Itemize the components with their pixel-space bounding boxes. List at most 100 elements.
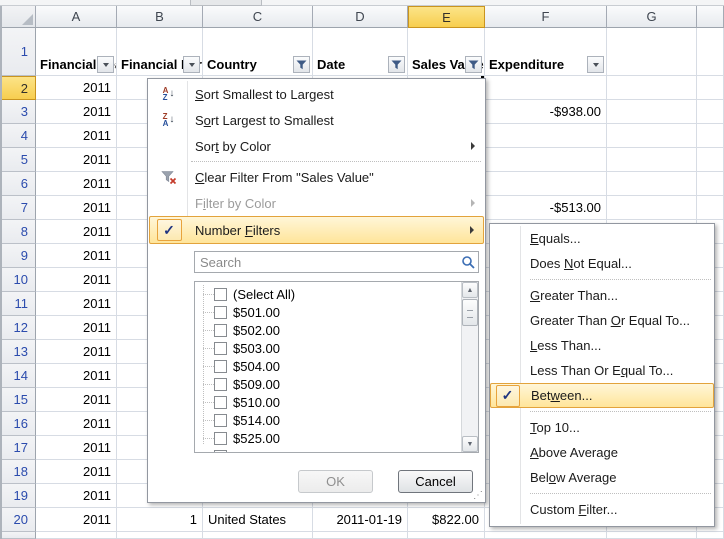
menu-item-does-not-equal[interactable]: Does Not Equal... — [490, 251, 714, 276]
cell-A16[interactable]: 2011 — [36, 412, 117, 436]
cell-F21[interactable] — [485, 532, 607, 539]
filter-button-D[interactable] — [388, 56, 405, 73]
row-header-17[interactable]: 17 — [0, 436, 36, 460]
cell-C21[interactable] — [203, 532, 313, 539]
row-header-7[interactable]: 7 — [0, 196, 36, 220]
cell-B20[interactable]: 1 — [117, 508, 203, 532]
filter-button-A[interactable] — [97, 56, 114, 73]
row-header-12[interactable]: 12 — [0, 316, 36, 340]
filter-value-item[interactable]: $501.00 — [195, 303, 461, 321]
value-list-scrollbar[interactable]: ▲ ▼ — [461, 282, 478, 452]
filter-value-item[interactable]: (Select All) — [195, 285, 461, 303]
cell-G6[interactable] — [607, 172, 697, 196]
cell-A5[interactable]: 2011 — [36, 148, 117, 172]
cell-A15[interactable]: 2011 — [36, 388, 117, 412]
menu-item-below-average[interactable]: Below Average — [490, 465, 714, 490]
column-header-C[interactable]: C — [203, 6, 313, 28]
filter-button-B[interactable] — [183, 56, 200, 73]
cell-A2[interactable]: 2011 — [36, 76, 117, 100]
row-header-18[interactable]: 18 — [0, 460, 36, 484]
cell-A11[interactable]: 2011 — [36, 292, 117, 316]
cell-E20[interactable]: $822.00 — [408, 508, 485, 532]
cell-A20[interactable]: 2011 — [36, 508, 117, 532]
cell-E21[interactable] — [408, 532, 485, 539]
cell-A6[interactable]: 2011 — [36, 172, 117, 196]
cell-D1[interactable]: Date — [313, 28, 408, 76]
filter-value-item[interactable]: $504.00 — [195, 357, 461, 375]
menu-item-sort-largest-to-smallest[interactable]: ZA↓Sort Largest to Smallest — [149, 107, 484, 133]
cell-C20[interactable]: United States — [203, 508, 313, 532]
menu-item-above-average[interactable]: Above Average — [490, 440, 714, 465]
select-all-corner[interactable] — [0, 6, 36, 28]
cell-F7[interactable]: -$513.00 — [485, 196, 607, 220]
cell-G1[interactable] — [607, 28, 697, 76]
cell-G21[interactable] — [607, 532, 697, 539]
cell-A7[interactable]: 2011 — [36, 196, 117, 220]
column-header-G[interactable]: G — [607, 6, 697, 28]
menu-item-equals[interactable]: Equals... — [490, 226, 714, 251]
cell-F3[interactable]: -$938.00 — [485, 100, 607, 124]
scrollbar-thumb[interactable] — [462, 299, 478, 326]
cell-G2[interactable] — [607, 76, 697, 100]
row-header-5[interactable]: 5 — [0, 148, 36, 172]
menu-item-greater-than[interactable]: Greater Than... — [490, 283, 714, 308]
resize-grip[interactable]: ⋰ — [473, 491, 483, 501]
row-header-11[interactable]: 11 — [0, 292, 36, 316]
cell-D20[interactable]: 2011-01-19 — [313, 508, 408, 532]
filter-button-F[interactable] — [587, 56, 604, 73]
cell-A3[interactable]: 2011 — [36, 100, 117, 124]
row-header-10[interactable]: 10 — [0, 268, 36, 292]
row-header-9[interactable]: 9 — [0, 244, 36, 268]
row-header-16[interactable]: 16 — [0, 412, 36, 436]
cell-C1[interactable]: Country — [203, 28, 313, 76]
row-header-6[interactable]: 6 — [0, 172, 36, 196]
row-header-3[interactable]: 3 — [0, 100, 36, 124]
scroll-down-icon[interactable]: ▼ — [462, 436, 478, 452]
menu-item-custom-filter[interactable]: Custom Filter... — [490, 497, 714, 522]
menu-item-greater-than-or-equal-to[interactable]: Greater Than Or Equal To... — [490, 308, 714, 333]
column-header-F[interactable]: F — [485, 6, 607, 28]
cell-A21[interactable] — [36, 532, 117, 539]
filter-value-item[interactable]: $509.00 — [195, 375, 461, 393]
menu-item-less-than[interactable]: Less Than... — [490, 333, 714, 358]
cell-A10[interactable]: 2011 — [36, 268, 117, 292]
cell-F5[interactable] — [485, 148, 607, 172]
cell-A13[interactable]: 2011 — [36, 340, 117, 364]
row-header-1[interactable]: 1 — [0, 28, 36, 76]
filter-value-item[interactable]: $510.00 — [195, 393, 461, 411]
filter-value-item[interactable]: $514.00 — [195, 411, 461, 429]
cancel-button[interactable]: Cancel — [398, 470, 473, 493]
cell-F6[interactable] — [485, 172, 607, 196]
menu-item-sort-smallest-to-largest[interactable]: AZ↓Sort Smallest to Largest — [149, 81, 484, 107]
cell-G7[interactable] — [607, 196, 697, 220]
cell-B1[interactable]: Financial Period — [117, 28, 203, 76]
cell-A4[interactable]: 2011 — [36, 124, 117, 148]
cell-G3[interactable] — [607, 100, 697, 124]
cell-G5[interactable] — [607, 148, 697, 172]
cell-A1[interactable]: Financial Year — [36, 28, 117, 76]
cell-E1[interactable]: Sales Value — [408, 28, 485, 76]
cell-A9[interactable]: 2011 — [36, 244, 117, 268]
cell-F2[interactable] — [485, 76, 607, 100]
search-input[interactable] — [194, 251, 479, 273]
row-header-13[interactable]: 13 — [0, 340, 36, 364]
filter-value-item[interactable]: $525.00 — [195, 429, 461, 447]
filter-value-item[interactable]: $503.00 — [195, 339, 461, 357]
menu-item-between[interactable]: ✓Between... — [490, 383, 714, 408]
cell-A8[interactable]: 2011 — [36, 220, 117, 244]
row-header-2[interactable]: 2 — [0, 76, 36, 100]
row-header-20[interactable]: 20 — [0, 508, 36, 532]
menu-item-clear-filter-from-sales-value[interactable]: Clear Filter From "Sales Value" — [149, 164, 484, 190]
cell-D21[interactable] — [313, 532, 408, 539]
cell-F4[interactable] — [485, 124, 607, 148]
menu-item-number-filters[interactable]: ✓Number Filters — [149, 216, 484, 244]
row-header-8[interactable]: 8 — [0, 220, 36, 244]
menu-item-sort-by-color[interactable]: Sort by Color — [149, 133, 484, 159]
filter-button-E[interactable] — [465, 56, 482, 73]
column-header-E[interactable]: E — [408, 6, 485, 28]
filter-button-C[interactable] — [293, 56, 310, 73]
column-header-B[interactable]: B — [117, 6, 203, 28]
cell-A17[interactable]: 2011 — [36, 436, 117, 460]
cell-F1[interactable]: Expenditure — [485, 28, 607, 76]
cell-A19[interactable]: 2011 — [36, 484, 117, 508]
